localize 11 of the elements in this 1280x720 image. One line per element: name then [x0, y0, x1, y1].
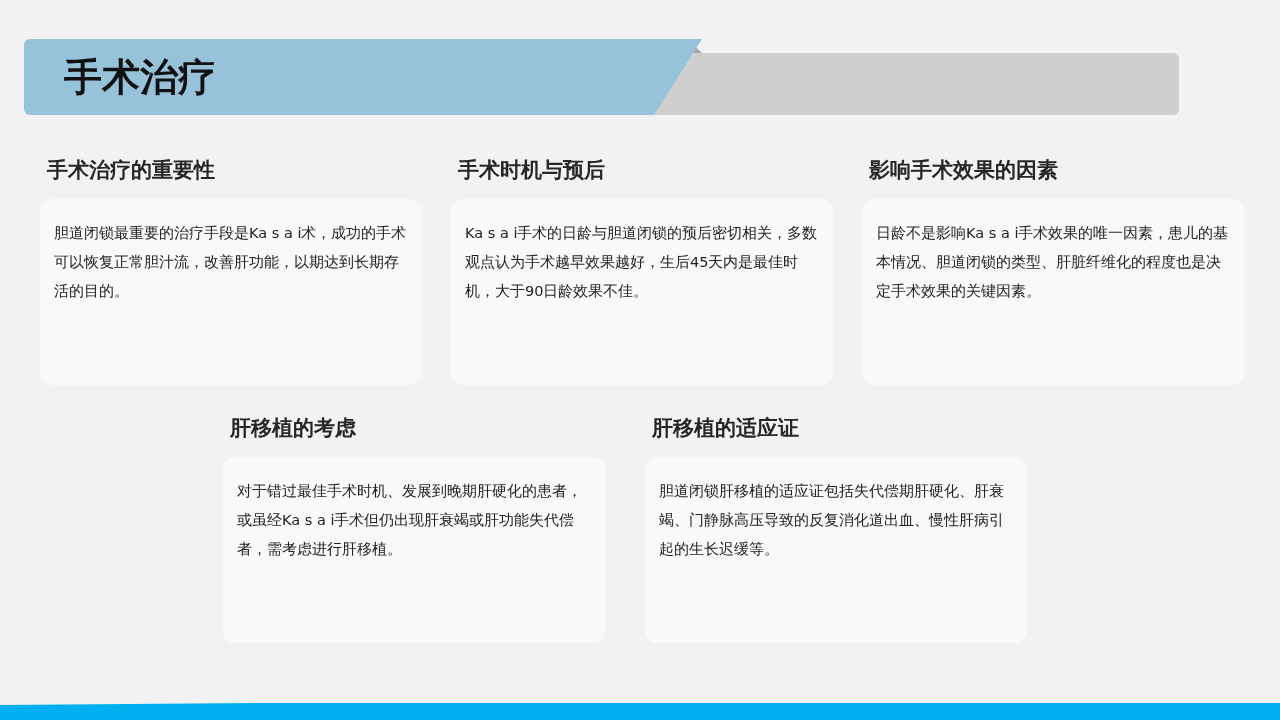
card-text: 胆道闭锁肝移植的适应证包括失代偿期肝硬化、肝衰竭、门静脉高压导致的反复消化道出血、慢性肝病引起的生长迟缓等。	[659, 482, 1005, 559]
section-heading: 肝移植的考虑	[230, 415, 357, 442]
section-heading: 手术时机与预后	[458, 157, 606, 184]
card-text: 日龄不是影响Ka s a i手术效果的唯一因素，患儿的基本情况、胆道闭锁的类型、肝脏纤维化的程度也是决定手术效果的关键因素。	[876, 224, 1230, 301]
slide-title: 手术治疗	[63, 54, 216, 101]
section-heading: 手术治疗的重要性	[47, 157, 216, 184]
card-text: 对于错过最佳手术时机、发展到晚期肝硬化的患者，或虽经Ka s a i手术但仍出现肝衰竭或肝功能失代偿者，需考虑进行肝移植。	[237, 482, 583, 559]
card-text: Ka s a i手术的日龄与胆道闭锁的预后密切相关，多数观点认为手术越早效果越好，生后45天内是最佳时机，大于90日龄效果不佳。	[465, 224, 819, 301]
section-heading: 肝移植的适应证	[652, 415, 800, 442]
section-heading: 影响手术效果的因素	[869, 157, 1059, 184]
card-text: 胆道闭锁最重要的治疗手段是Ka s a i术，成功的手术可以恢复正常胆汁流，改善肝功能，以期达到长期存活的目的。	[54, 224, 408, 301]
